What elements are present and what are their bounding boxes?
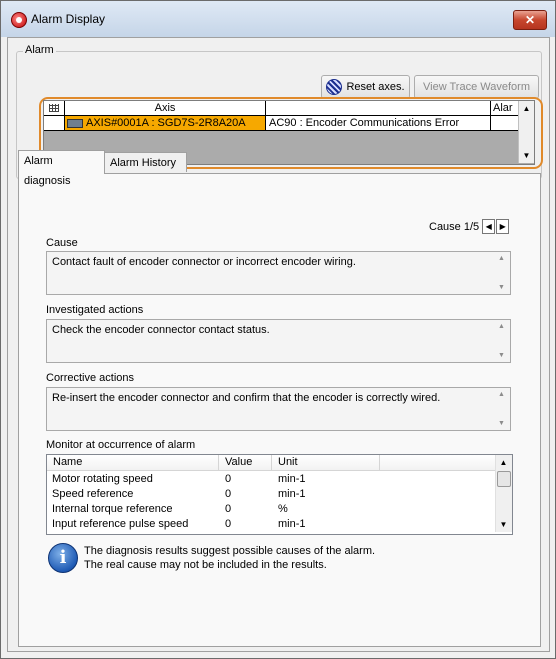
table-row[interactable]: Motor rotating speed 0 min-1	[47, 472, 495, 487]
alarm-display-window: Alarm Display ✕ Alarm Reset axes. View T…	[0, 0, 556, 659]
view-trace-waveform-button[interactable]: View Trace Waveform	[414, 75, 539, 99]
grid-header-alarm[interactable]	[266, 101, 491, 116]
investigated-actions-text: Check the encoder connector contact stat…	[52, 324, 270, 336]
grid-header-axis[interactable]: Axis	[65, 101, 266, 116]
grid-corner-cell[interactable]	[44, 101, 65, 116]
view-trace-waveform-label: View Trace Waveform	[423, 81, 530, 93]
cause-counter: Cause 1/5	[429, 220, 480, 233]
info-text-line2: The real cause may not be included in th…	[84, 559, 327, 571]
investigated-actions-label: Investigated actions	[46, 304, 144, 316]
scroll-up-icon[interactable]: ▲	[493, 391, 510, 398]
prev-arrow-icon[interactable]: ◀	[482, 219, 496, 234]
monitor-header-value[interactable]: Value	[219, 455, 272, 471]
scroll-down-icon[interactable]: ▼	[519, 148, 534, 163]
scroll-down-icon[interactable]: ▼	[493, 420, 510, 427]
axis-device-icon	[67, 118, 83, 128]
reset-axes-button[interactable]: Reset axes.	[321, 75, 410, 99]
grid-cell-axis[interactable]: AXIS#0001A : SGD7S-2R8A20A	[65, 116, 266, 131]
monitor-scrollbar[interactable]: ▲ ▼	[495, 455, 512, 532]
investigated-actions-textbox[interactable]: Check the encoder connector contact stat…	[46, 319, 511, 363]
cause-label: Cause	[46, 237, 78, 249]
grid-header-alarm-code[interactable]: Alar	[491, 101, 519, 116]
alarm-group-label: Alarm	[23, 44, 56, 56]
monitor-value: 0	[225, 503, 232, 515]
monitor-label: Monitor at occurrence of alarm	[46, 439, 196, 451]
monitor-unit: min-1	[278, 488, 306, 500]
monitor-name: Internal torque reference	[52, 503, 173, 515]
scroll-up-icon[interactable]: ▲	[493, 323, 510, 330]
cause-text: Contact fault of encoder connector or in…	[52, 256, 356, 268]
corrective-actions-text: Re-insert the encoder connector and conf…	[52, 392, 441, 404]
monitor-unit: min-1	[278, 473, 306, 485]
table-row[interactable]: Internal torque reference 0 %	[47, 502, 495, 517]
info-text-line1: The diagnosis results suggest possible c…	[84, 545, 376, 557]
monitor-header-name[interactable]: Name	[47, 455, 219, 471]
monitor-name: Motor rotating speed	[52, 473, 153, 485]
alarm-grid-scrollbar[interactable]: ▲ ▼	[518, 101, 534, 163]
reset-axes-label: Reset axes.	[346, 81, 405, 93]
tab-alarm-history[interactable]: Alarm History	[104, 152, 187, 172]
cause-textbox[interactable]: Contact fault of encoder connector or in…	[46, 251, 511, 295]
monitor-header-unit[interactable]: Unit	[272, 455, 380, 471]
scroll-up-icon[interactable]: ▲	[496, 455, 511, 470]
scroll-up-icon[interactable]: ▲	[519, 101, 534, 116]
monitor-value: 0	[225, 488, 232, 500]
corrective-scrollbar[interactable]: ▲ ▼	[493, 388, 510, 430]
scroll-thumb[interactable]	[497, 471, 511, 487]
tab-alarm-diagnosis[interactable]: Alarm diagnosis	[18, 150, 105, 187]
investigated-scrollbar[interactable]: ▲ ▼	[493, 320, 510, 362]
corrective-actions-label: Corrective actions	[46, 372, 135, 384]
monitor-value: 0	[225, 518, 232, 530]
cause-scrollbar[interactable]: ▲ ▼	[493, 252, 510, 294]
window-title: Alarm Display	[31, 12, 106, 26]
alarm-app-icon	[11, 12, 27, 28]
next-arrow-icon[interactable]: ▶	[496, 219, 510, 234]
table-row[interactable]: Input reference pulse speed 0 min-1	[47, 517, 495, 532]
scroll-down-icon[interactable]: ▼	[493, 352, 510, 359]
monitor-unit: %	[278, 503, 288, 515]
grid-cell-alarm-code[interactable]	[491, 116, 519, 131]
title-bar[interactable]: Alarm Display ✕	[1, 1, 555, 37]
corrective-actions-textbox[interactable]: Re-insert the encoder connector and conf…	[46, 387, 511, 431]
reset-axes-icon	[326, 79, 343, 95]
close-icon[interactable]: ✕	[513, 10, 547, 30]
monitor-name: Input reference pulse speed	[52, 518, 189, 530]
scroll-down-icon[interactable]: ▼	[493, 284, 510, 291]
monitor-name: Speed reference	[52, 488, 134, 500]
monitor-table[interactable]: Name Value Unit Motor rotating speed 0 m…	[46, 454, 513, 535]
window-client: Alarm Reset axes. View Trace Waveform Ax…	[7, 37, 550, 652]
monitor-unit: min-1	[278, 518, 306, 530]
axis-name: AXIS#0001A : SGD7S-2R8A20A	[86, 117, 246, 129]
monitor-value: 0	[225, 473, 232, 485]
scroll-down-icon[interactable]: ▼	[496, 517, 511, 532]
scroll-up-icon[interactable]: ▲	[493, 255, 510, 262]
table-row[interactable]: Speed reference 0 min-1	[47, 487, 495, 502]
grid-cell-alarm[interactable]: AC90 : Encoder Communications Error	[266, 116, 491, 131]
grid-row-header[interactable]	[44, 116, 65, 131]
info-icon: i	[48, 543, 78, 573]
monitor-header-extra[interactable]	[380, 455, 496, 471]
cause-navigator: Cause 1/5 ◀ ▶	[429, 219, 510, 234]
